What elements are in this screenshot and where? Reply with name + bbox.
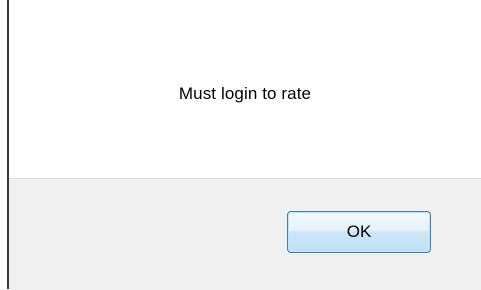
message-area: Must login to rate <box>9 0 481 178</box>
message-dialog: Must login to rate OK <box>0 0 481 290</box>
ok-button[interactable]: OK <box>287 211 431 253</box>
dialog-message: Must login to rate <box>178 84 312 103</box>
dialog-button-bar: OK <box>9 178 481 290</box>
